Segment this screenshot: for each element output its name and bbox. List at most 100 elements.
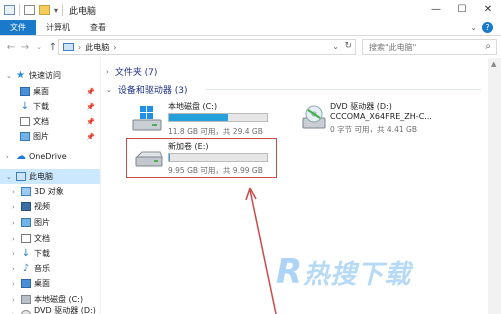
drive-d-tile[interactable]: DVD 驱动器 (D:) CCCOMA_X64FRE_ZH-C... 0 字节 …: [302, 98, 487, 138]
sidebar-item-label: 桌面: [34, 279, 50, 288]
sidebar-item-onedrive[interactable]: › ☁ OneDrive: [0, 149, 100, 164]
pin-icon[interactable]: 📌: [86, 118, 95, 126]
drive-icon: [21, 295, 31, 304]
sidebar-item-downloads[interactable]: ↓ 下载 📌: [0, 99, 100, 114]
vertical-scrollbar[interactable]: ▲: [488, 58, 501, 314]
sidebar-item-downloads[interactable]: › ↓ 下载: [0, 246, 100, 261]
tab-computer[interactable]: 计算机: [36, 20, 80, 35]
sidebar-item-this-pc[interactable]: ⌄ 此电脑: [0, 169, 100, 184]
help-icon[interactable]: ?: [482, 22, 493, 33]
usage-bar: [168, 113, 268, 122]
refresh-icon[interactable]: ↻: [344, 41, 352, 51]
expand-ribbon-icon[interactable]: ⌄: [470, 23, 477, 32]
sidebar-item-pictures[interactable]: › 图片: [0, 215, 100, 230]
group-title: 文件夹 (7): [114, 68, 158, 78]
chevron-right-icon[interactable]: ›: [12, 296, 15, 304]
drive-label: CCCOMA_X64FRE_ZH-C...: [330, 112, 432, 121]
breadcrumb[interactable]: 此电脑: [85, 42, 109, 53]
cloud-icon: ☁: [16, 151, 26, 162]
chevron-right-icon[interactable]: ›: [12, 188, 15, 196]
quick-access-toolbar: ▾: [0, 4, 64, 16]
drive-c-tile[interactable]: 本地磁盘 (C:) 11.8 GB 可用，共 29.4 GB: [128, 98, 298, 138]
drive-size: 9.95 GB 可用，共 9.99 GB: [168, 166, 263, 175]
pin-icon[interactable]: 📌: [86, 88, 95, 96]
group-header-devices[interactable]: ⌄ 设备和驱动器 (3): [106, 83, 188, 97]
properties-icon[interactable]: [24, 5, 35, 15]
window-controls: — ☐ ✕: [423, 0, 501, 18]
chevron-right-icon[interactable]: ›: [106, 68, 109, 76]
computer-icon: [4, 5, 15, 15]
sidebar-item-3d-objects[interactable]: › 3D 对象: [0, 184, 100, 199]
sidebar-item-music[interactable]: › ♪ 音乐: [0, 261, 100, 276]
maximize-button[interactable]: ☐: [449, 0, 475, 18]
music-icon: ♪: [22, 263, 30, 274]
back-button[interactable]: ←: [4, 42, 18, 53]
breadcrumb-separator-icon[interactable]: ›: [113, 43, 116, 52]
sidebar-item-desktop[interactable]: › 桌面: [0, 276, 100, 291]
sidebar-item-label: 快速访问: [29, 71, 61, 80]
sidebar-item-documents[interactable]: 文档 📌: [0, 114, 100, 129]
sidebar-item-documents[interactable]: › 文档: [0, 231, 100, 246]
drive-size: 0 字节 可用，共 4.41 GB: [330, 125, 417, 134]
picture-icon: [20, 132, 30, 141]
sidebar-item-dvd-drive[interactable]: › DVD 驱动器 (D:) C: [0, 305, 100, 314]
sidebar-item-label: DVD 驱动器 (D:) C: [34, 305, 96, 314]
sidebar-item-quick-access[interactable]: ⌄ ★ 快速访问: [0, 68, 100, 83]
sidebar-item-videos[interactable]: › 视频: [0, 199, 100, 214]
windows-drive-icon: [132, 106, 162, 131]
chevron-right-icon[interactable]: ›: [12, 219, 15, 227]
chevron-right-icon[interactable]: ›: [12, 250, 15, 258]
drive-e-tile[interactable]: 新加卷 (E:) 9.95 GB 可用，共 9.99 GB: [126, 138, 277, 178]
usage-bar-fill: [169, 114, 228, 121]
sidebar-item-desktop[interactable]: 桌面 📌: [0, 84, 100, 99]
chevron-right-icon[interactable]: ›: [6, 153, 9, 161]
download-icon: ↓: [20, 101, 30, 112]
chevron-down-icon[interactable]: ⌄: [6, 173, 12, 181]
chevron-right-icon[interactable]: ›: [12, 280, 15, 288]
sidebar-item-label: OneDrive: [29, 152, 67, 161]
group-header-folders[interactable]: › 文件夹 (7): [106, 65, 158, 79]
ribbon-tabs: 文件 计算机 查看 ⌄ ?: [0, 20, 501, 36]
sidebar-item-label: 图片: [33, 132, 49, 141]
chevron-right-icon[interactable]: ›: [12, 311, 15, 314]
scroll-up-icon[interactable]: ▲: [491, 60, 496, 68]
drive-name: 本地磁盘 (C:): [168, 102, 218, 111]
divider: [62, 4, 64, 16]
desktop-icon: [21, 279, 31, 288]
dvd-icon: [21, 310, 31, 314]
sidebar-item-label: 下载: [33, 102, 49, 111]
chevron-down-icon[interactable]: ▾: [54, 6, 58, 15]
sidebar-item-label: 音乐: [34, 264, 50, 273]
chevron-down-icon[interactable]: ⌄: [6, 72, 12, 80]
search-box[interactable]: ⌕: [362, 39, 497, 55]
drive-name: DVD 驱动器 (D:): [330, 102, 392, 111]
sidebar-item-label: 文档: [33, 117, 49, 126]
breadcrumb-separator-icon[interactable]: ›: [78, 43, 81, 52]
drive-size: 11.8 GB 可用，共 29.4 GB: [168, 127, 263, 136]
chevron-right-icon[interactable]: ›: [12, 265, 15, 273]
close-button[interactable]: ✕: [475, 0, 501, 18]
pin-icon[interactable]: 📌: [86, 103, 95, 111]
search-input[interactable]: [369, 42, 479, 52]
sidebar-item-label: 桌面: [33, 87, 49, 96]
chevron-down-icon[interactable]: ⌄: [332, 42, 339, 51]
chevron-down-icon[interactable]: ⌄: [106, 86, 112, 94]
sidebar-item-label: 视频: [34, 202, 50, 211]
recent-locations-icon[interactable]: ⌄: [32, 43, 46, 51]
chevron-right-icon[interactable]: ›: [12, 203, 15, 211]
tab-file[interactable]: 文件: [0, 20, 36, 35]
document-icon: [20, 117, 30, 126]
pin-icon[interactable]: 📌: [86, 133, 95, 141]
watermark-logo: R热搜下载: [276, 252, 412, 292]
search-icon: ⌕: [485, 41, 491, 52]
sidebar-item-pictures[interactable]: 图片 📌: [0, 129, 100, 144]
tab-view[interactable]: 查看: [80, 20, 116, 35]
chevron-right-icon[interactable]: ›: [12, 235, 15, 243]
new-folder-icon[interactable]: [39, 5, 50, 15]
navigation-pane: ⌄ ★ 快速访问 桌面 📌 ↓ 下载 📌 文档 📌 图片 📌 › ☁ OneDr…: [0, 58, 101, 314]
address-bar[interactable]: › 此电脑 › ⌄ ↻: [58, 39, 356, 55]
forward-button[interactable]: →: [18, 42, 32, 53]
minimize-button[interactable]: —: [423, 0, 449, 18]
sidebar-item-label: 3D 对象: [34, 187, 64, 196]
group-title: 设备和驱动器 (3): [117, 86, 188, 96]
